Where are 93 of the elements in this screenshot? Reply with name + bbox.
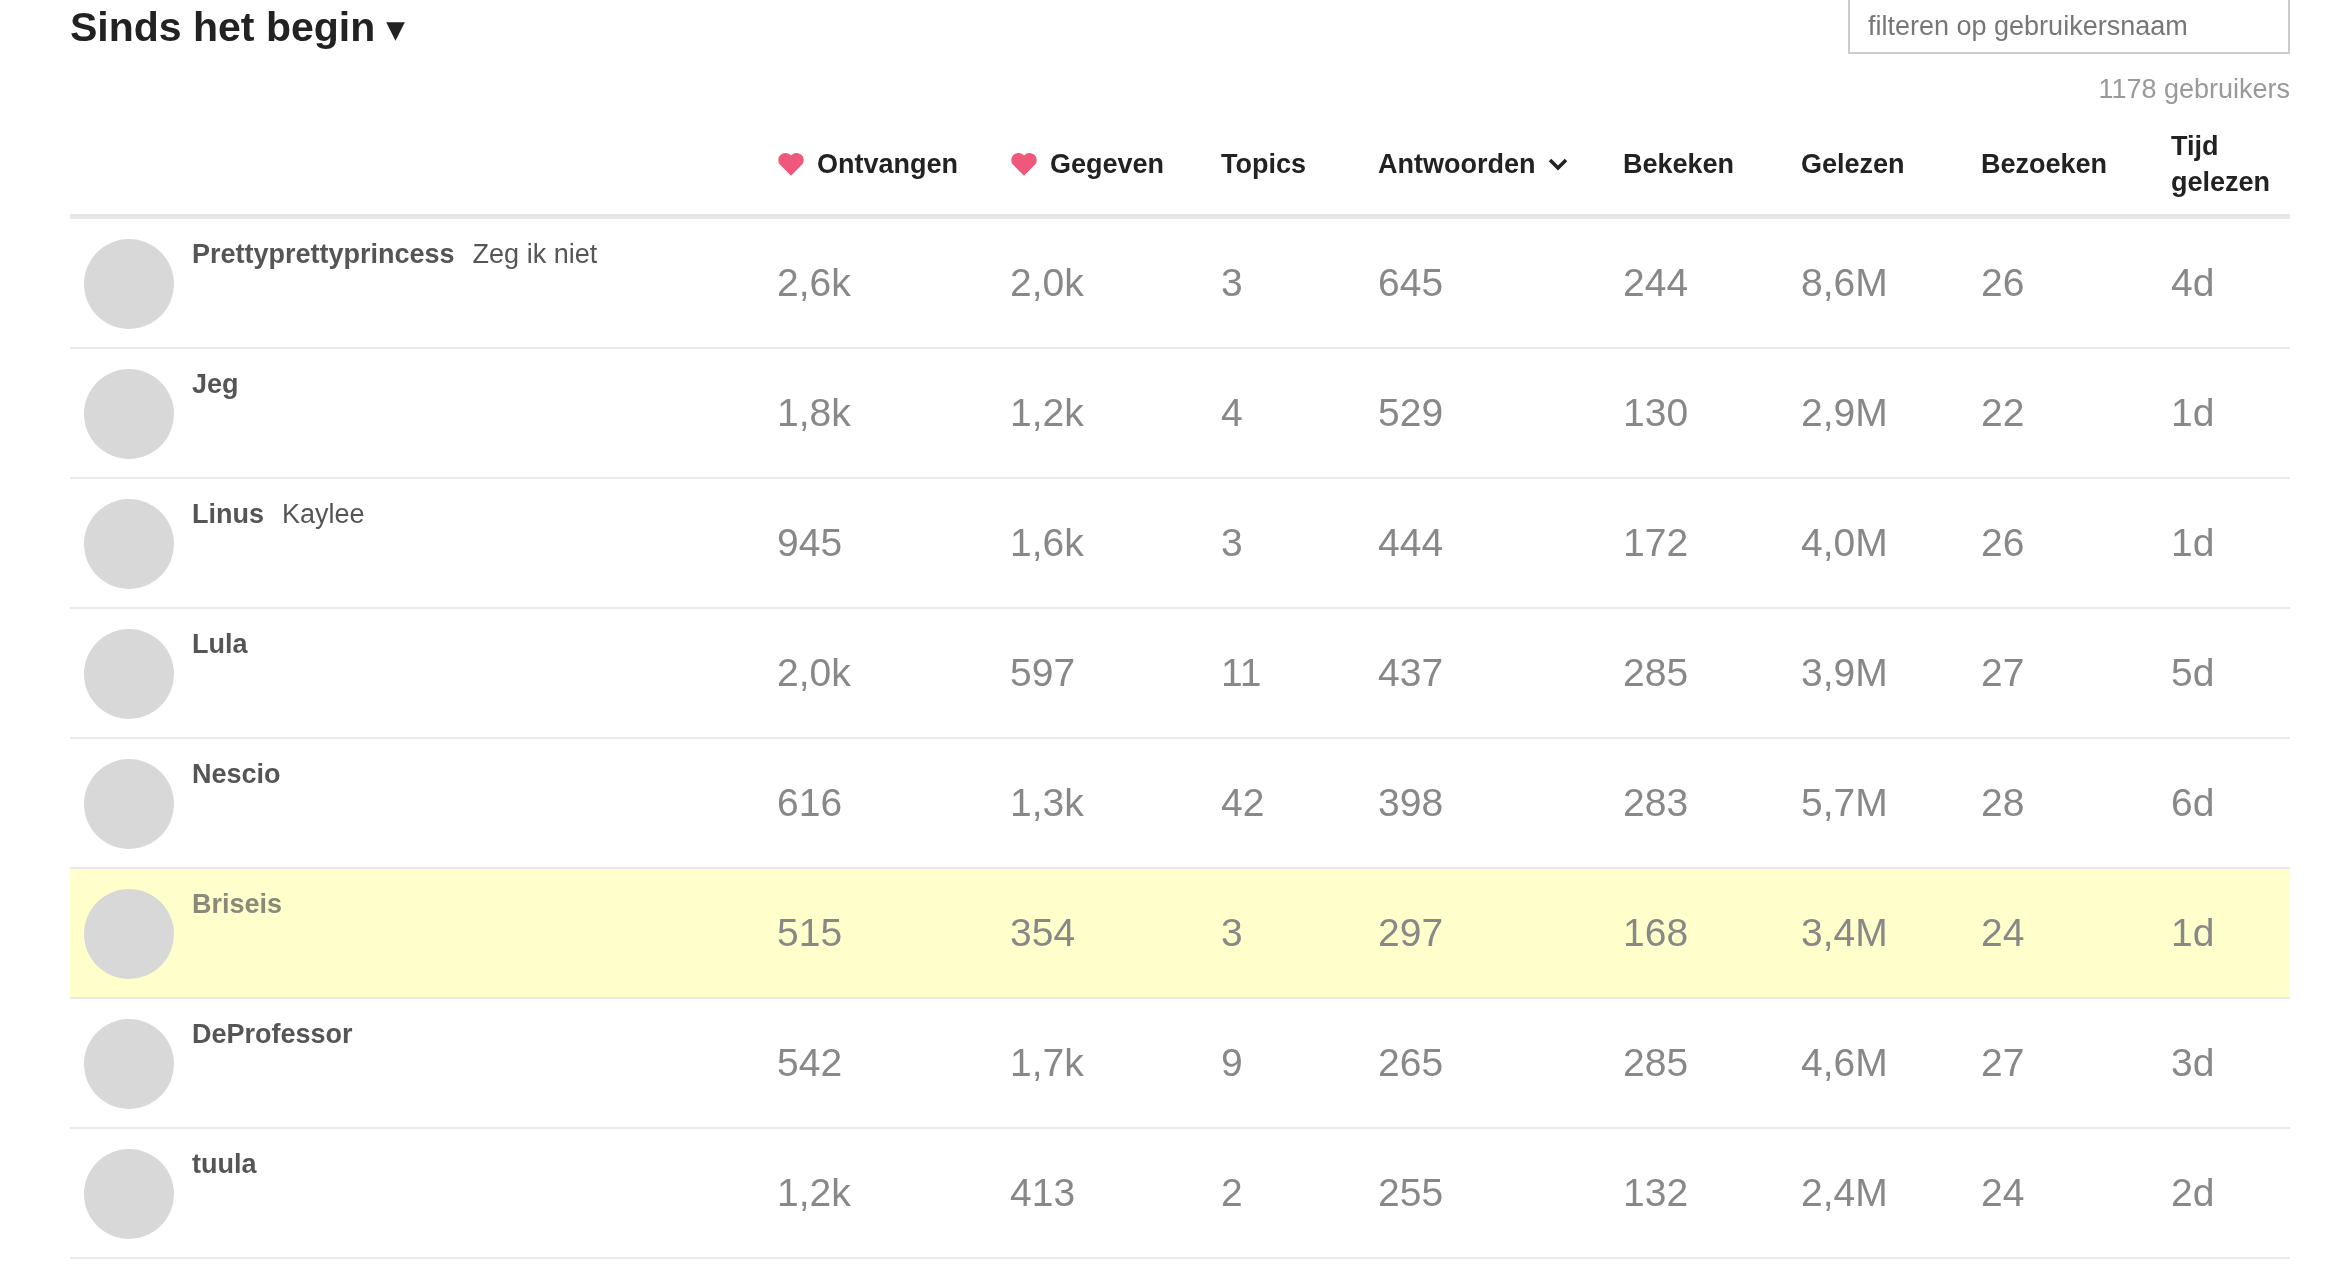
column-header[interactable]: Gegeven: [1010, 145, 1221, 183]
user-row[interactable]: Lula 2,0k 597 11 437 285 3,9M 27 5d: [70, 609, 2290, 739]
stat-value: 2: [1221, 1171, 1244, 1215]
stat-value: 4,6M: [1801, 1041, 1889, 1085]
stat-value: 1,8k: [777, 391, 852, 435]
period-dropdown[interactable]: Sinds het begin ▾: [70, 4, 405, 51]
stat-value: 3: [1221, 261, 1244, 305]
stat-value: 283: [1623, 781, 1690, 825]
username-link[interactable]: tuula: [192, 1149, 257, 1180]
stat-value: 9: [1221, 1041, 1244, 1085]
stat-value: 945: [777, 521, 844, 565]
stat-value: 515: [777, 911, 844, 955]
stat-value: 3: [1221, 911, 1244, 955]
username-link[interactable]: Prettyprettyprincess: [192, 239, 455, 270]
stat-value: 172: [1623, 521, 1690, 565]
stat-value: 24: [1981, 911, 2026, 955]
stat-value: 5,7M: [1801, 781, 1889, 825]
stat-value: 2,6k: [777, 261, 852, 305]
heart-icon: [1010, 151, 1038, 177]
stat-value: 2d: [2171, 1171, 2216, 1215]
username-link[interactable]: Nescio: [192, 759, 281, 790]
stat-value: 398: [1378, 781, 1445, 825]
stat-value: 597: [1010, 651, 1077, 695]
stat-value: 3d: [2171, 1041, 2216, 1085]
stat-value: 4d: [2171, 261, 2216, 305]
stat-value: 1,2k: [777, 1171, 852, 1215]
stat-value: 244: [1623, 261, 1690, 305]
username-link[interactable]: Lula: [192, 629, 248, 660]
stat-value: 8,6M: [1801, 261, 1889, 305]
column-header[interactable]: Tijd gelezen: [2171, 127, 2290, 201]
stat-value: 130: [1623, 391, 1690, 435]
stat-value: 1,7k: [1010, 1041, 1085, 1085]
stat-value: 437: [1378, 651, 1445, 695]
stat-value: 2,4M: [1801, 1171, 1889, 1215]
stat-value: 1,6k: [1010, 521, 1085, 565]
stat-value: 132: [1623, 1171, 1690, 1215]
stat-value: 1,3k: [1010, 781, 1085, 825]
column-header[interactable]: Ontvangen: [777, 145, 1010, 183]
stat-value: 24: [1981, 1171, 2026, 1215]
column-header[interactable]: Bekeken: [1623, 145, 1801, 183]
stat-value: 1d: [2171, 911, 2216, 955]
stat-value: 285: [1623, 1041, 1690, 1085]
stat-value: 255: [1378, 1171, 1445, 1215]
stat-value: 529: [1378, 391, 1445, 435]
stat-value: 297: [1378, 911, 1445, 955]
stat-value: 542: [777, 1041, 844, 1085]
stat-value: 4: [1221, 391, 1244, 435]
stat-value: 354: [1010, 911, 1077, 955]
stat-value: 168: [1623, 911, 1690, 955]
user-row[interactable]: Linus Kaylee 945 1,6k 3 444 172 4,0M 26 1d: [70, 479, 2290, 609]
stat-value: 2,0k: [1010, 261, 1085, 305]
stat-value: 4,0M: [1801, 521, 1889, 565]
stat-value: 645: [1378, 261, 1445, 305]
stat-value: 616: [777, 781, 844, 825]
stat-value: 27: [1981, 651, 2026, 695]
column-header[interactable]: Topics: [1221, 145, 1378, 183]
username-link[interactable]: Linus: [192, 499, 264, 530]
username-link[interactable]: Jeg: [192, 369, 239, 400]
user-row[interactable]: Jeg 1,8k 1,2k 4 529 130 2,9M 22 1d: [70, 349, 2290, 479]
stat-value: 28: [1981, 781, 2026, 825]
stat-value: 22: [1981, 391, 2026, 435]
heart-icon: [777, 151, 805, 177]
stat-value: 1,2k: [1010, 391, 1085, 435]
stat-value: 3,9M: [1801, 651, 1889, 695]
filter-field[interactable]: filteren op gebruikersnaam: [1848, 0, 2290, 54]
stat-value: 413: [1010, 1171, 1077, 1215]
stat-value: 11: [1221, 651, 1263, 695]
stat-value: 26: [1981, 521, 2026, 565]
stat-value: 265: [1378, 1041, 1445, 1085]
column-header[interactable]: Antwoorden: [1378, 145, 1623, 183]
stat-value: 3,4M: [1801, 911, 1889, 955]
stat-value: 1d: [2171, 521, 2216, 565]
stat-value: 42: [1221, 781, 1266, 825]
stat-value: 3: [1221, 521, 1244, 565]
user-row[interactable]: Prettyprettyprincess Zeg ik niet 2,6k 2,0k 3 645 244 8,6M 26 4d: [70, 219, 2290, 349]
chevron-down-icon: [1547, 156, 1570, 172]
stat-value: 444: [1378, 521, 1445, 565]
stat-value: 1d: [2171, 391, 2216, 435]
user-title: Kaylee: [282, 499, 365, 530]
stat-value: 26: [1981, 261, 2026, 305]
column-header[interactable]: Bezoeken: [1981, 145, 2171, 183]
user-row[interactable]: tuula 1,2k 413 2 255 132 2,4M 24 2d: [70, 1129, 2290, 1259]
user-row[interactable]: DeProfessor 542 1,7k 9 265 285 4,6M 27 3d: [70, 999, 2290, 1129]
username-link[interactable]: DeProfessor: [192, 1019, 353, 1050]
stat-value: 2,9M: [1801, 391, 1889, 435]
user-count: 1178 gebruikers: [2098, 74, 2290, 106]
stat-value: 6d: [2171, 781, 2216, 825]
stat-value: 285: [1623, 651, 1690, 695]
user-title: Zeg ik niet: [472, 239, 598, 270]
stat-value: 2,0k: [777, 651, 852, 695]
column-header[interactable]: Gelezen: [1801, 145, 1981, 183]
stat-value: 27: [1981, 1041, 2026, 1085]
stat-value: 5d: [2171, 651, 2216, 695]
